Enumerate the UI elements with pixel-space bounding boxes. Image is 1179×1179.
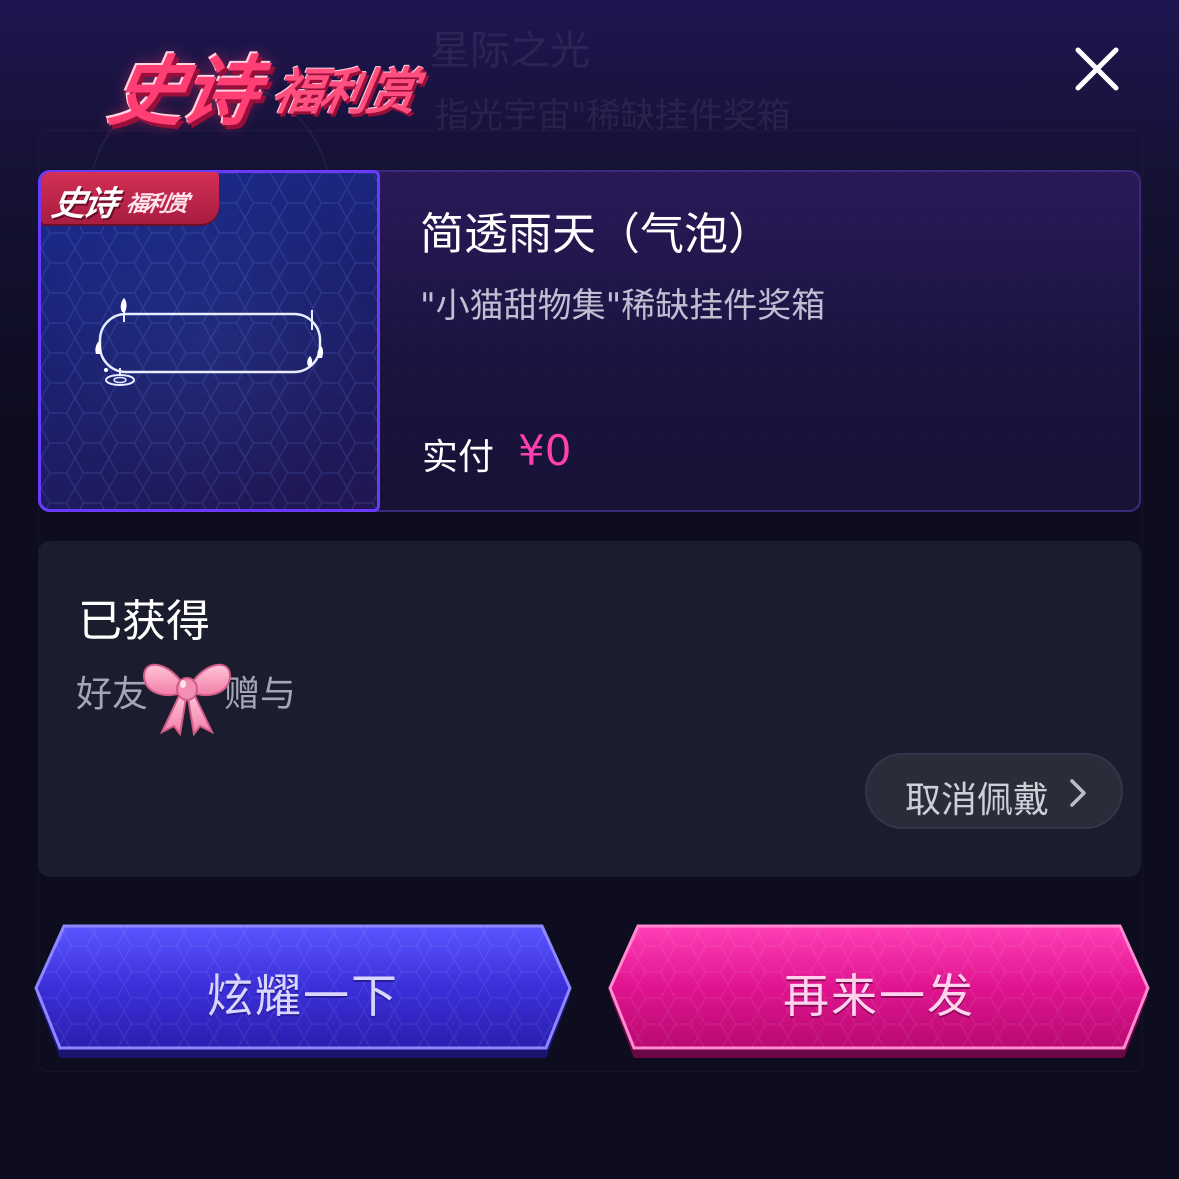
background-ghost-title: 星际之光	[430, 28, 590, 74]
badge-sub-text: 福利赏	[124, 192, 189, 217]
chevron-right-icon	[1070, 779, 1086, 807]
paid-label: 实付	[422, 437, 495, 478]
epic-badge: 史诗 福利赏	[41, 172, 219, 224]
epic-welfare-logo: 史诗 福利赏	[103, 22, 442, 136]
logo-sub-text: 福利赏	[268, 63, 420, 121]
close-button[interactable]	[1070, 42, 1124, 96]
product-title: 简透雨天（气泡）	[420, 209, 772, 260]
logo-main-text: 史诗	[103, 47, 263, 136]
badge-main-text: 史诗	[48, 184, 118, 224]
play-again-label: 再来一发	[783, 969, 975, 1023]
gift-text-tail: 赠与	[224, 674, 297, 715]
gift-text-head: 好友	[76, 674, 149, 715]
background-ghost-subtitle: 指光宇宙"稀缺挂件奖箱	[435, 96, 791, 136]
obtained-title: 已获得	[78, 596, 210, 647]
bubble-frame-icon	[95, 298, 324, 386]
unwear-label: 取消佩戴	[905, 780, 1050, 821]
product-subtitle: "小猫甜物集"稀缺挂件奖箱	[420, 286, 826, 326]
pink-bow-icon	[142, 663, 232, 736]
close-icon	[1075, 47, 1119, 91]
play-again-button[interactable]: 再来一发	[608, 920, 1150, 1060]
unwear-button[interactable]: 取消佩戴	[865, 753, 1123, 829]
show-off-button[interactable]: 炫耀一下	[34, 920, 572, 1060]
paid-value: ¥0	[518, 426, 572, 475]
show-off-label: 炫耀一下	[207, 969, 399, 1023]
